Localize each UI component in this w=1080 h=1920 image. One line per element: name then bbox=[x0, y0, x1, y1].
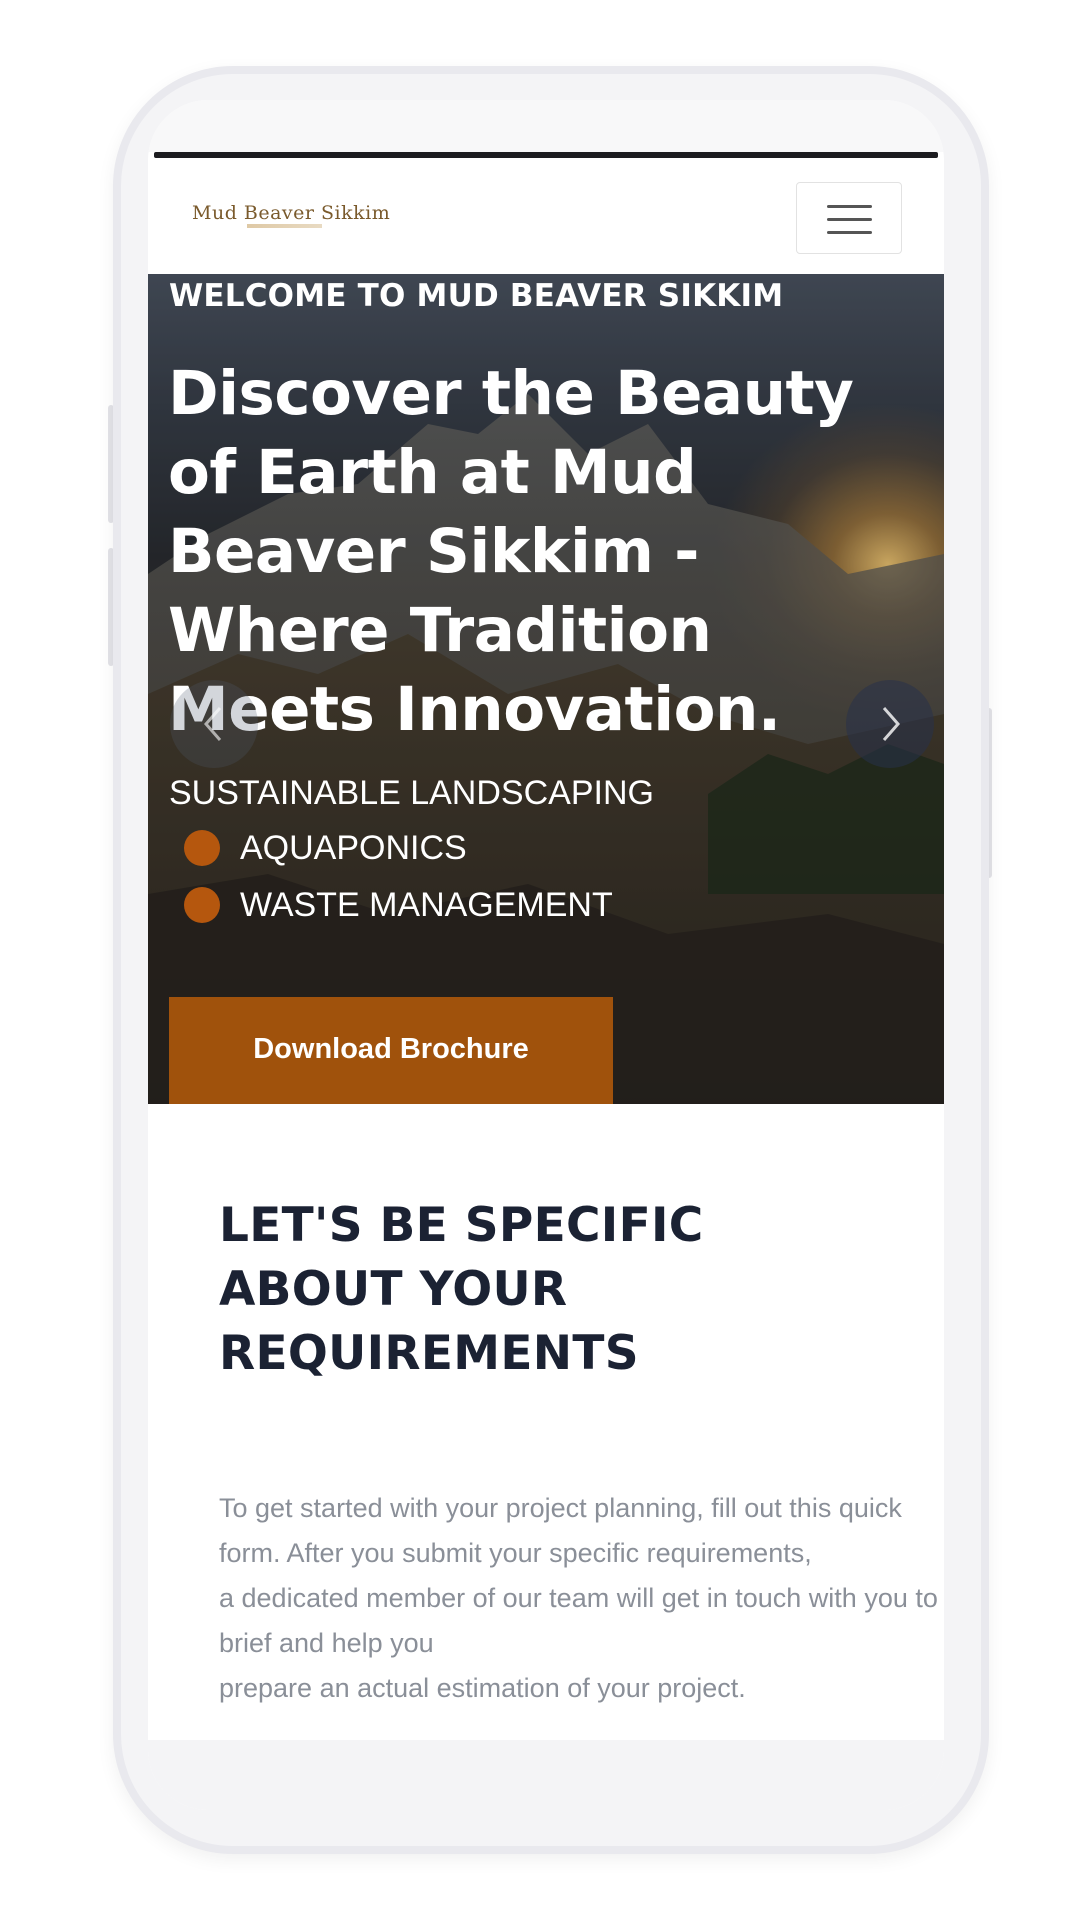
hero-headline: Discover the Beauty of Earth at Mud Beav… bbox=[168, 358, 854, 745]
service-item: WASTE MANAGEMENT bbox=[184, 886, 613, 925]
brand-logo[interactable]: Mud Beaver Sikkim bbox=[192, 202, 412, 238]
section-title: LET'S BE SPECIFIC ABOUT YOUR REQUIREMENT… bbox=[219, 1198, 704, 1381]
hamburger-menu-icon-bar bbox=[827, 218, 872, 221]
bullet-dot-icon bbox=[184, 830, 220, 867]
chevron-right-icon bbox=[882, 707, 900, 741]
service-item: AQUAPONICS bbox=[184, 829, 467, 868]
download-brochure-button[interactable]: Download Brochure bbox=[169, 997, 613, 1104]
phone-screen: Mud Beaver Sikkim WELCOME TO MUD BEAVER … bbox=[148, 100, 944, 1810]
carousel-prev-button[interactable] bbox=[170, 680, 258, 768]
body-paragraph: a dedicated member of our team will get … bbox=[219, 1583, 938, 1658]
hamburger-menu-icon bbox=[827, 205, 872, 208]
screen-bottom-bar bbox=[148, 1740, 944, 1810]
status-bar bbox=[148, 100, 944, 152]
bullet-dot-icon bbox=[184, 887, 220, 924]
service-label: AQUAPONICS bbox=[240, 829, 467, 867]
section-body: To get started with your project plannin… bbox=[219, 1486, 939, 1711]
service-label: WASTE MANAGEMENT bbox=[240, 886, 613, 924]
carousel-next-button[interactable] bbox=[846, 680, 934, 768]
body-paragraph: To get started with your project plannin… bbox=[219, 1493, 902, 1568]
services-title: SUSTAINABLE LANDSCAPING bbox=[169, 774, 654, 812]
chevron-left-icon bbox=[204, 707, 222, 741]
brand-logo-text: Mud Beaver Sikkim bbox=[192, 202, 391, 224]
hero-carousel: WELCOME TO MUD BEAVER SIKKIM Discover th… bbox=[148, 274, 944, 1104]
navbar: Mud Beaver Sikkim bbox=[148, 158, 944, 274]
brand-logo-tagline bbox=[247, 224, 322, 228]
hamburger-menu-icon-bar bbox=[827, 231, 872, 234]
hero-welcome-text: WELCOME TO MUD BEAVER SIKKIM bbox=[169, 278, 784, 314]
body-paragraph: prepare an actual estimation of your pro… bbox=[219, 1673, 746, 1703]
menu-toggle-button[interactable] bbox=[796, 182, 902, 254]
